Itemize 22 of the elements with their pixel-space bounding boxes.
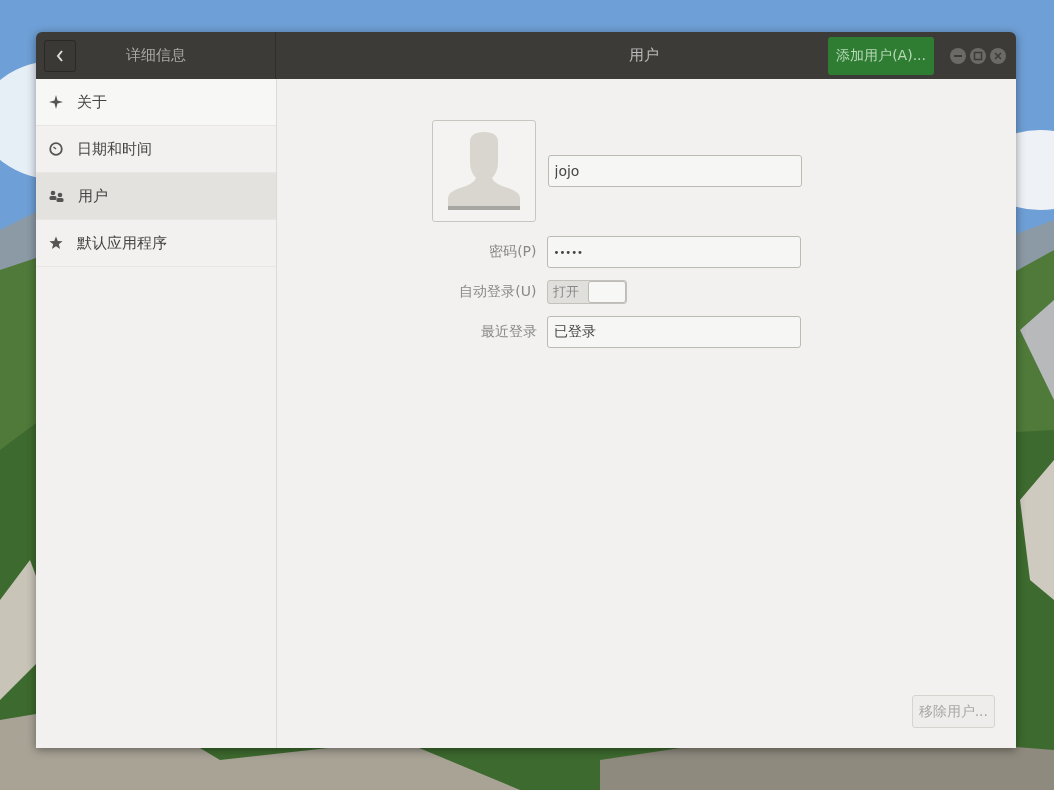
sidebar-title: 详细信息 bbox=[126, 46, 186, 65]
field-label: 最近登录 bbox=[479, 323, 537, 341]
maximize-icon[interactable] bbox=[970, 47, 986, 64]
window-title: 用户 bbox=[629, 46, 659, 65]
sidebar-item[interactable]: 用户 bbox=[36, 173, 276, 220]
sparkle-icon bbox=[49, 95, 63, 109]
field-label: 自动登录(U) bbox=[458, 283, 537, 301]
users-icon bbox=[49, 190, 64, 202]
back-button[interactable] bbox=[44, 39, 76, 72]
username-field[interactable]: jojo bbox=[547, 155, 802, 187]
person-silhouette-icon bbox=[447, 132, 520, 210]
back-icon bbox=[55, 48, 65, 63]
close-icon[interactable] bbox=[990, 47, 1006, 64]
field-label: 密码(P) bbox=[488, 243, 537, 261]
minimize-icon[interactable] bbox=[950, 47, 966, 64]
star-icon bbox=[49, 236, 63, 250]
password-field[interactable]: ••••• bbox=[546, 236, 801, 268]
clock-icon bbox=[49, 142, 63, 156]
sidebar-item[interactable]: 默认应用程序 bbox=[36, 220, 276, 267]
avatar-button[interactable] bbox=[431, 120, 536, 222]
last-login-field[interactable]: 已登录 bbox=[546, 316, 801, 348]
sidebar-item[interactable]: 关于 bbox=[36, 79, 276, 126]
